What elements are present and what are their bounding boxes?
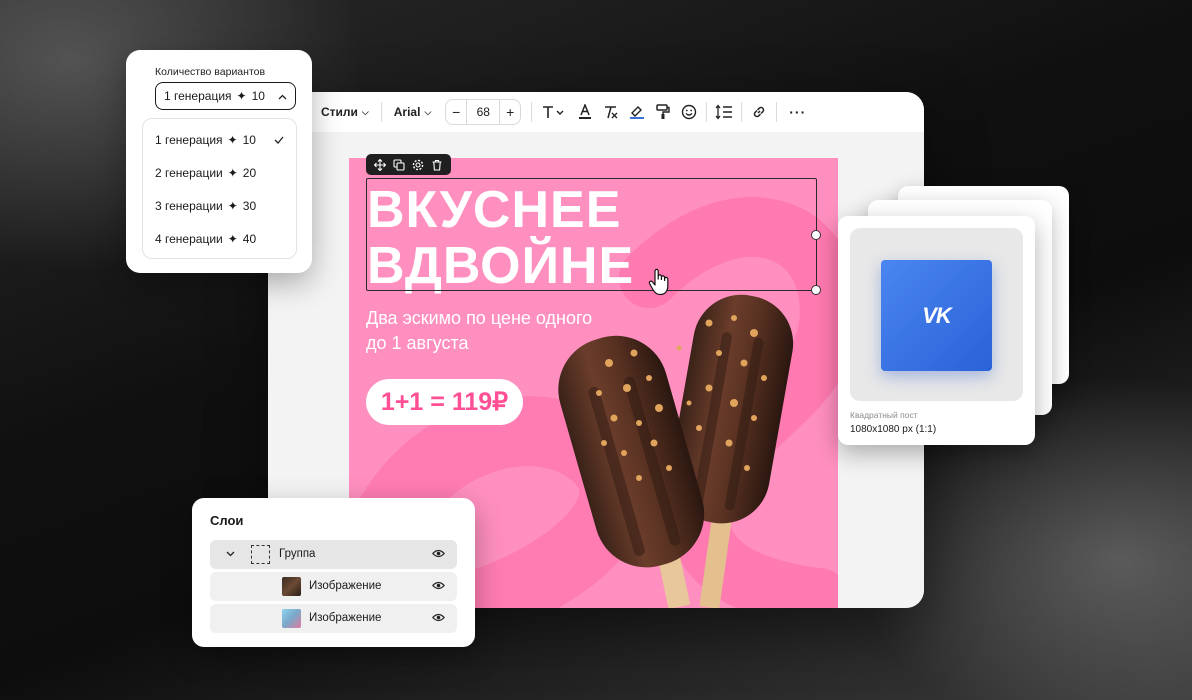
sparkle-icon: ✦ [236,89,247,103]
image-thumbnail [282,609,301,628]
format-size: 1080x1080 px (1:1) [850,424,937,435]
sparkle-icon: ✦ [227,165,238,180]
toolbar-divider [741,102,743,122]
layer-row-image[interactable]: Изображение [210,604,457,633]
headline-line-1: ВКУСНЕЕ [367,181,622,239]
sparkle-icon: ✦ [227,198,238,213]
eye-icon[interactable] [432,581,445,590]
variants-label: Количество вариантов [155,66,266,78]
variant-option-count: 10 [242,132,256,147]
format-card[interactable]: VK Квадратный пост 1080x1080 px (1:1) [838,216,1035,445]
ice-cream-image[interactable] [539,293,809,608]
text-color-icon[interactable] [572,98,598,126]
duplicate-icon[interactable] [393,158,405,171]
settings-icon[interactable] [412,159,424,171]
chevron-down-icon: ⌵ [424,106,432,117]
sparkle-icon: ✦ [227,132,238,147]
price-badge[interactable]: 1+1 = 119₽ [366,379,523,425]
headline-line-2: ВДВОЙНЕ [367,237,635,295]
text-type-icon[interactable] [536,98,572,126]
vk-logo-icon: VK [922,302,952,328]
eye-icon[interactable] [432,549,445,558]
layer-row-group[interactable]: Группа [210,540,457,569]
font-size-stepper: − 68 + [445,99,522,125]
emoji-icon[interactable] [676,98,702,126]
selection-toolbar [366,154,451,175]
text-toolbar: Стили ⌵ Arial ⌵ − 68 + ··· [268,92,924,132]
move-icon[interactable] [373,158,386,171]
variant-option-count: 40 [242,231,257,246]
toolbar-divider [380,102,382,122]
vk-logo-tile: VK [881,260,992,371]
layer-label: Изображение [309,580,382,592]
variant-option[interactable]: 1 генерация ✦ 10 [143,123,296,156]
chevron-down-icon[interactable] [226,551,235,557]
variants-select-value: 1 генерация ✦ 10 [164,89,265,103]
delete-icon[interactable] [431,159,443,171]
highlight-icon[interactable] [624,98,650,126]
variant-option-label: 3 генерации [155,198,223,213]
link-icon[interactable] [746,98,772,126]
variants-popover: Количество вариантов 1 генерация ✦ 10 1 … [126,50,312,273]
variants-selected-count: 10 [251,89,265,103]
headline[interactable]: ВКУСНЕЕ ВДВОЙНЕ [367,182,634,294]
chevron-up-icon [278,89,287,103]
line-spacing-icon[interactable] [711,98,737,126]
group-icon [251,545,270,564]
variant-option[interactable]: 3 генерации ✦ 30 [143,189,296,222]
font-family-dropdown[interactable]: Arial ⌵ [386,98,440,126]
format-preview: VK [850,228,1023,401]
more-button[interactable]: ··· [781,98,814,126]
check-icon [274,133,284,147]
variant-option-label: 2 генерации [155,165,223,180]
clear-format-icon[interactable] [598,98,624,126]
toolbar-divider [531,102,533,122]
variants-selected-label: 1 генерация [164,89,232,103]
variants-options-list: 1 генерация ✦ 10 2 генерации ✦ 20 3 генераци… [142,118,297,259]
layer-row-image[interactable]: Изображение [210,572,457,601]
layers-panel: Слои Группа Изображение Изображение [192,498,475,647]
toolbar-divider [776,102,778,122]
variant-option[interactable]: 2 генерации ✦ 20 [143,156,296,189]
font-size-value[interactable]: 68 [466,100,501,124]
variant-option-count: 30 [242,198,257,213]
font-family-label: Arial [393,105,421,119]
format-caption: Квадратный пост [850,410,918,420]
variants-select[interactable]: 1 генерация ✦ 10 [155,82,296,110]
image-thumbnail [282,577,301,596]
layer-label: Изображение [309,612,382,624]
sparkle-icon: ✦ [227,231,238,246]
chevron-down-icon: ⌵ [361,106,369,117]
font-size-decrease-button[interactable]: − [446,104,466,120]
variant-option[interactable]: 4 генерации ✦ 40 [143,222,296,255]
layers-title: Слои [210,513,244,528]
variant-option-label: 1 генерация [155,132,223,147]
variant-option-label: 4 генерации [155,231,223,246]
toolbar-divider [706,102,708,122]
hand-cursor-icon [648,268,670,301]
layer-label: Группа [279,548,316,560]
rotate-handle[interactable] [811,285,821,295]
styles-dropdown[interactable]: Стили ⌵ [313,98,377,126]
resize-handle-right[interactable] [811,230,821,240]
font-size-increase-button[interactable]: + [500,104,520,120]
paint-roller-icon[interactable] [650,98,676,126]
styles-label: Стили [321,105,358,119]
eye-icon[interactable] [432,613,445,622]
variant-option-count: 20 [242,165,257,180]
